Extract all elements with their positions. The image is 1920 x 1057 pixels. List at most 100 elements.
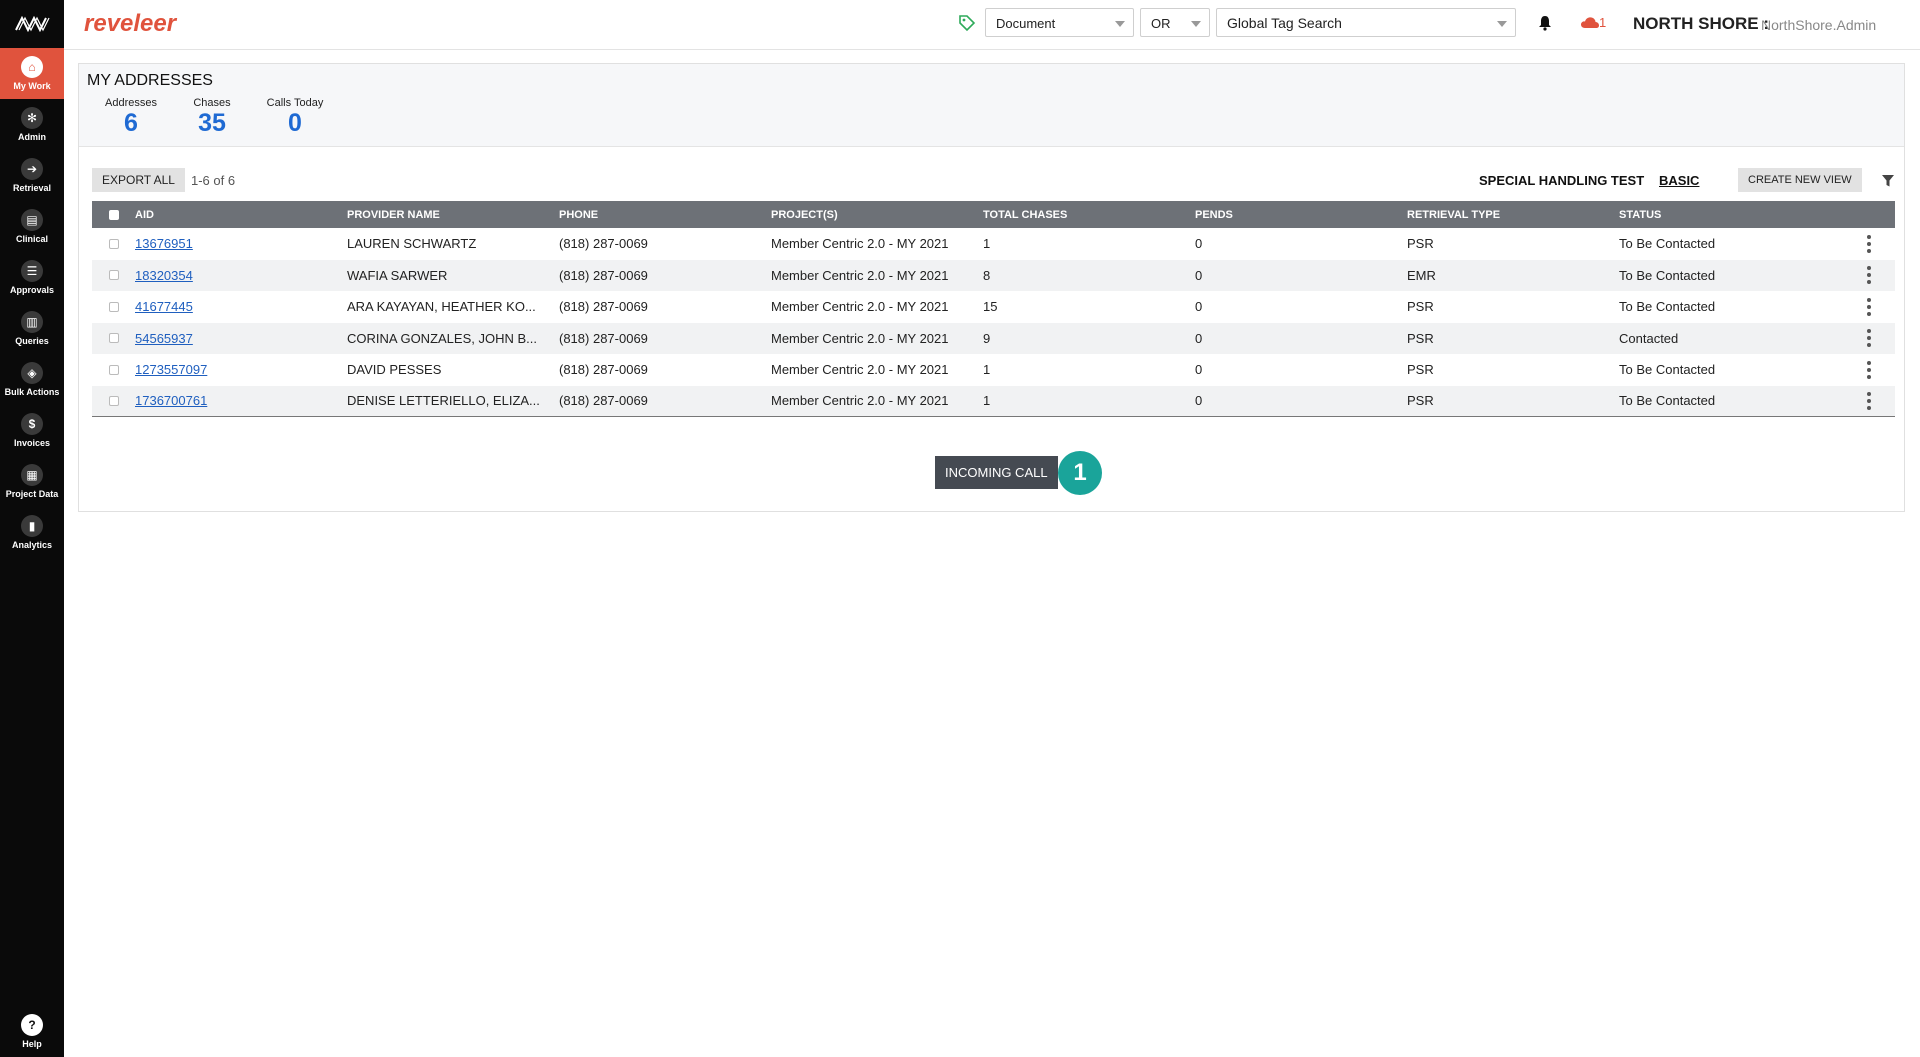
cell-total-chases: 1	[983, 236, 991, 252]
cell-pends: 0	[1195, 299, 1203, 315]
stat-label: Chases	[193, 97, 231, 109]
tag-icon[interactable]	[958, 14, 976, 32]
more-vertical-icon[interactable]	[1867, 266, 1871, 285]
aid-link[interactable]: 54565937	[135, 331, 193, 346]
export-all-button[interactable]: EXPORT ALL	[92, 168, 185, 192]
sidebar-item-my-work[interactable]: ⌂ My Work	[0, 48, 64, 99]
cell-total-chases: 1	[983, 393, 991, 409]
list-icon: ☰	[21, 260, 43, 282]
sidebar-item-help[interactable]: ? Help	[0, 1005, 64, 1057]
sidebar-item-clinical[interactable]: ▤ Clinical	[0, 201, 64, 252]
table-row: 54565937 CORINA GONZALES, JOHN B... (818…	[92, 322, 1895, 354]
table-row: 41677445 ARA KAYAYAN, HEATHER KO... (818…	[92, 291, 1895, 323]
chevron-down-icon	[1115, 21, 1125, 27]
layers-icon: ◈	[21, 362, 43, 384]
stat-chases: Chases 35	[182, 97, 242, 137]
row-actions-cell	[1831, 297, 1895, 316]
row-checkbox[interactable]	[108, 364, 119, 375]
row-checkbox[interactable]	[108, 395, 119, 406]
gear-icon: ✻	[21, 107, 43, 129]
column-header-phone[interactable]: PHONE	[559, 209, 771, 221]
dollar-icon: $	[21, 413, 43, 435]
sidebar-item-invoices[interactable]: $ Invoices	[0, 405, 64, 456]
sidebar-item-approvals[interactable]: ☰ Approvals	[0, 252, 64, 303]
more-vertical-icon[interactable]	[1867, 297, 1871, 316]
row-checkbox[interactable]	[108, 270, 119, 281]
cell-phone: (818) 287-0069	[559, 299, 648, 315]
more-vertical-icon[interactable]	[1867, 391, 1871, 410]
column-header-aid[interactable]: AID	[135, 209, 347, 221]
sidebar-item-label: Project Data	[5, 489, 59, 499]
row-actions-cell	[1831, 360, 1895, 379]
bell-icon[interactable]	[1538, 15, 1552, 31]
document-select[interactable]: Document	[985, 8, 1134, 37]
aid-link[interactable]: 18320354	[135, 268, 193, 283]
addresses-table: AID PROVIDER NAME PHONE PROJECT(S) TOTAL…	[92, 201, 1895, 417]
sidebar-item-analytics[interactable]: ▮ Analytics	[0, 507, 64, 558]
column-header-provider-name[interactable]: PROVIDER NAME	[347, 209, 559, 221]
cell-status: Contacted	[1619, 330, 1679, 346]
column-header-pends[interactable]: PENDS	[1195, 209, 1407, 221]
saved-view-special-handling[interactable]: SPECIAL HANDLING TEST	[1479, 173, 1644, 188]
cell-provider-name: DAVID PESSES	[347, 362, 442, 378]
cell-aid: 1736700761	[135, 393, 347, 408]
sidebar-item-label: Admin	[18, 132, 46, 142]
clipboard-icon: ▤	[21, 209, 43, 231]
user-name[interactable]: NorthShore.Admin	[1761, 17, 1876, 33]
saved-view-basic[interactable]: BASIC	[1659, 173, 1699, 188]
sidebar-item-project-data[interactable]: ▦ Project Data	[0, 456, 64, 507]
stat-addresses: Addresses 6	[97, 97, 165, 137]
table-header: AID PROVIDER NAME PHONE PROJECT(S) TOTAL…	[92, 201, 1895, 228]
row-select-cell	[92, 364, 135, 375]
global-tag-search[interactable]: Global Tag Search	[1216, 8, 1516, 37]
cell-phone: (818) 287-0069	[559, 393, 648, 409]
column-header-projects[interactable]: PROJECT(S)	[771, 209, 983, 221]
row-checkbox[interactable]	[108, 333, 119, 344]
cloud-icon[interactable]	[1580, 16, 1600, 29]
cell-total-chases: 8	[983, 267, 991, 283]
select-all-checkbox[interactable]	[108, 209, 119, 220]
cell-aid: 18320354	[135, 268, 347, 283]
sidebar-item-queries[interactable]: ▥ Queries	[0, 303, 64, 354]
sidebar-item-admin[interactable]: ✻ Admin	[0, 99, 64, 150]
pagination-info: 1-6 of 6	[191, 173, 236, 188]
org-name: NORTH SHORE :	[1633, 14, 1769, 33]
column-header-retrieval-type[interactable]: RETRIEVAL TYPE	[1407, 209, 1619, 221]
home-icon: ⌂	[21, 56, 43, 78]
sidebar-item-label: Help	[22, 1038, 42, 1049]
cell-provider-name: LAUREN SCHWARTZ	[347, 236, 477, 252]
cell-aid: 1273557097	[135, 362, 347, 377]
cell-status: To Be Contacted	[1619, 299, 1716, 315]
my-addresses-panel: MY ADDRESSES Addresses 6 Chases 35 Calls…	[78, 63, 1905, 512]
cell-retrieval-type: PSR	[1407, 299, 1434, 315]
filter-icon[interactable]	[1881, 174, 1895, 188]
create-new-view-button[interactable]: CREATE NEW VIEW	[1738, 168, 1862, 192]
aid-link[interactable]: 1736700761	[135, 393, 207, 408]
stat-value: 35	[198, 109, 226, 137]
row-checkbox[interactable]	[108, 301, 119, 312]
more-vertical-icon[interactable]	[1867, 234, 1871, 253]
sidebar-item-label: My Work	[13, 81, 51, 91]
aid-link[interactable]: 41677445	[135, 299, 193, 314]
stat-value: 0	[288, 109, 302, 137]
stat-calls-today: Calls Today 0	[259, 97, 331, 137]
app-logo[interactable]	[0, 0, 64, 48]
stat-label: Addresses	[105, 97, 157, 109]
table-row: 13676951 LAUREN SCHWARTZ (818) 287-0069 …	[92, 228, 1895, 260]
more-vertical-icon[interactable]	[1867, 329, 1871, 348]
aid-link[interactable]: 13676951	[135, 236, 193, 251]
operator-select[interactable]: OR	[1140, 8, 1210, 37]
aid-link[interactable]: 1273557097	[135, 362, 207, 377]
more-vertical-icon[interactable]	[1867, 360, 1871, 379]
incoming-call-button[interactable]: INCOMING CALL	[935, 456, 1058, 489]
cell-provider-name: ARA KAYAYAN, HEATHER KO...	[347, 299, 536, 315]
row-checkbox[interactable]	[108, 238, 119, 249]
column-header-status[interactable]: STATUS	[1619, 209, 1831, 221]
sidebar-item-label: Invoices	[13, 438, 51, 448]
brand-logo[interactable]: reveleer	[84, 10, 176, 38]
sidebar-item-bulk-actions[interactable]: ◈ Bulk Actions	[0, 354, 64, 405]
sidebar-item-retrieval[interactable]: ➔ Retrieval	[0, 150, 64, 201]
cell-pends: 0	[1195, 393, 1203, 409]
column-header-total-chases[interactable]: TOTAL CHASES	[983, 209, 1195, 221]
row-select-cell	[92, 301, 135, 312]
